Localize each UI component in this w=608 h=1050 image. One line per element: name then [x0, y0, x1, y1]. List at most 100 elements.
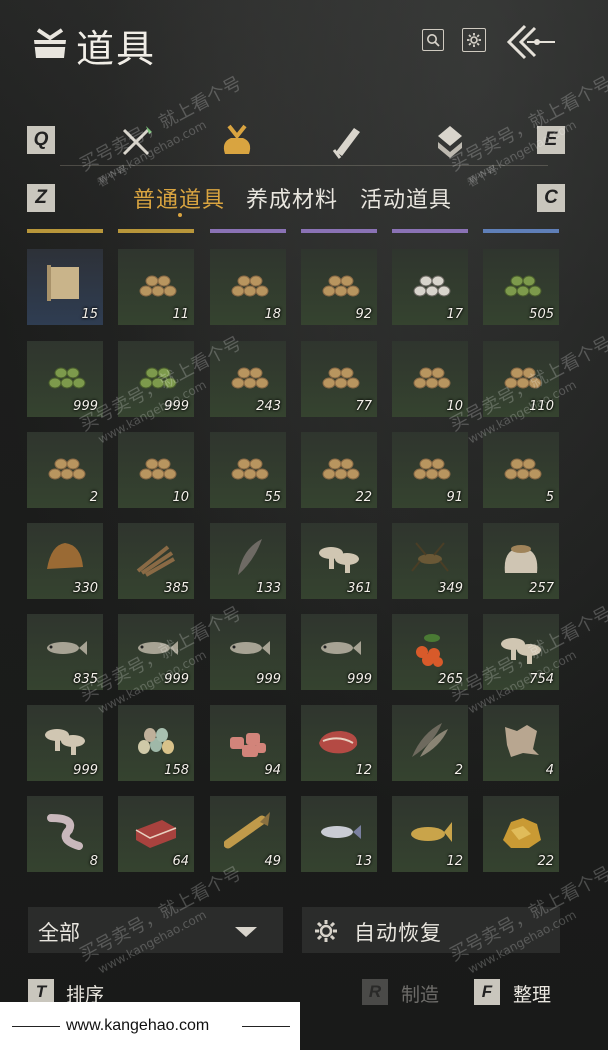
- active-tab-indicator: [178, 213, 182, 217]
- item-slot[interactable]: 77: [301, 341, 377, 417]
- prev-tab-key[interactable]: Z: [27, 184, 55, 212]
- bamboo-logs-icon: [48, 367, 86, 389]
- item-slot[interactable]: 91: [392, 432, 468, 508]
- item-slot[interactable]: 754: [483, 614, 559, 690]
- item-count: 999: [347, 672, 372, 687]
- item-slot[interactable]: 10: [392, 341, 468, 417]
- footer-divider: [242, 1026, 290, 1027]
- item-count: 2: [89, 490, 98, 505]
- item-slot[interactable]: 22: [301, 432, 377, 508]
- item-slot[interactable]: 999: [301, 614, 377, 690]
- item-slot[interactable]: 999: [27, 705, 103, 781]
- item-count: 12: [355, 763, 372, 778]
- mushrooms-icon: [319, 547, 359, 573]
- item-slot[interactable]: 999: [118, 614, 194, 690]
- feathers-icon: [412, 723, 448, 757]
- item-count: 257: [529, 581, 554, 596]
- item-count: 5: [545, 490, 554, 505]
- search-button[interactable]: [422, 29, 444, 51]
- item-count: 49: [264, 854, 281, 869]
- category-weapons[interactable]: [114, 120, 158, 164]
- item-slot[interactable]: 55: [210, 432, 286, 508]
- item-count: 55: [264, 490, 281, 505]
- settings-button[interactable]: [462, 28, 486, 52]
- item-slot[interactable]: 243: [210, 341, 286, 417]
- bamboo-logs-icon: [139, 367, 177, 389]
- next-tab-key[interactable]: C: [537, 184, 565, 212]
- item-slot[interactable]: 11: [118, 249, 194, 325]
- item-slot[interactable]: 49: [210, 796, 286, 872]
- item-slot[interactable]: 10: [118, 432, 194, 508]
- item-slot[interactable]: 349: [392, 523, 468, 599]
- item-slot[interactable]: 133: [210, 523, 286, 599]
- pike-fish-icon: [224, 812, 270, 849]
- organize-label[interactable]: 整理: [513, 980, 551, 1007]
- footer-divider: [12, 1026, 60, 1027]
- crossed-weapons-icon: [122, 126, 152, 156]
- item-slot[interactable]: 385: [118, 523, 194, 599]
- filter-dropdown[interactable]: 全部: [28, 907, 283, 953]
- item-slot[interactable]: 18: [210, 249, 286, 325]
- item-slot[interactable]: 8: [27, 796, 103, 872]
- organize-key[interactable]: F: [474, 979, 500, 1005]
- item-slot[interactable]: 361: [301, 523, 377, 599]
- prev-category-key[interactable]: Q: [27, 126, 55, 154]
- item-slot[interactable]: 999: [118, 341, 194, 417]
- category-scrolls[interactable]: [324, 120, 368, 164]
- tab-event-items[interactable]: 活动道具: [360, 182, 452, 214]
- mushrooms-icon: [45, 729, 85, 755]
- map-scroll-icon: [47, 265, 79, 301]
- item-slot[interactable]: 12: [392, 796, 468, 872]
- item-slot[interactable]: 5: [483, 432, 559, 508]
- chevron-down-icon: [235, 927, 257, 937]
- item-slot[interactable]: 15: [27, 249, 103, 325]
- item-count: 91: [446, 490, 463, 505]
- item-slot[interactable]: 158: [118, 705, 194, 781]
- item-slot[interactable]: 13: [301, 796, 377, 872]
- footer-url: www.kangehao.com: [66, 1017, 210, 1034]
- item-slot[interactable]: 4: [483, 705, 559, 781]
- category-gems[interactable]: [428, 120, 472, 164]
- back-arrow-icon[interactable]: [503, 22, 559, 62]
- item-slot[interactable]: 330: [27, 523, 103, 599]
- grain-sack-icon: [504, 545, 538, 573]
- logs-icon: [139, 458, 177, 480]
- item-slot[interactable]: 835: [27, 614, 103, 690]
- item-count: 243: [256, 399, 281, 414]
- pouch-icon: [223, 124, 251, 154]
- next-category-key[interactable]: E: [537, 126, 565, 154]
- item-count: 8: [89, 854, 98, 869]
- tab-common-items[interactable]: 普通道具: [133, 182, 225, 214]
- item-count: 94: [264, 763, 281, 778]
- item-slot[interactable]: 2: [27, 432, 103, 508]
- item-count: 999: [164, 672, 189, 687]
- item-slot[interactable]: 92: [301, 249, 377, 325]
- item-slot[interactable]: 22: [483, 796, 559, 872]
- carp-icon: [411, 822, 452, 842]
- logs-icon: [504, 458, 542, 480]
- item-slot[interactable]: 999: [210, 614, 286, 690]
- category-items[interactable]: [215, 120, 259, 164]
- auto-restore-button[interactable]: 自动恢复: [302, 907, 560, 953]
- item-slot[interactable]: 64: [118, 796, 194, 872]
- item-slot[interactable]: 12: [301, 705, 377, 781]
- item-slot[interactable]: 265: [392, 614, 468, 690]
- item-count: 17: [446, 307, 463, 322]
- logs-icon: [231, 367, 269, 389]
- item-slot[interactable]: 94: [210, 705, 286, 781]
- item-slot[interactable]: 2: [392, 705, 468, 781]
- item-slot[interactable]: 17: [392, 249, 468, 325]
- item-slot[interactable]: 505: [483, 249, 559, 325]
- site-footer-bar: www.kangehao.com: [0, 1002, 300, 1050]
- tab-materials[interactable]: 养成材料: [246, 182, 338, 214]
- item-slot[interactable]: 110: [483, 341, 559, 417]
- item-count: 13: [355, 854, 372, 869]
- eggs-icon: [138, 728, 174, 754]
- item-slot[interactable]: 999: [27, 341, 103, 417]
- rarity-strip: [392, 229, 468, 233]
- bamboo-logs-icon: [504, 275, 542, 297]
- item-count: 330: [73, 581, 98, 596]
- item-slot[interactable]: 257: [483, 523, 559, 599]
- logs-icon: [322, 275, 360, 297]
- item-count: 999: [73, 399, 98, 414]
